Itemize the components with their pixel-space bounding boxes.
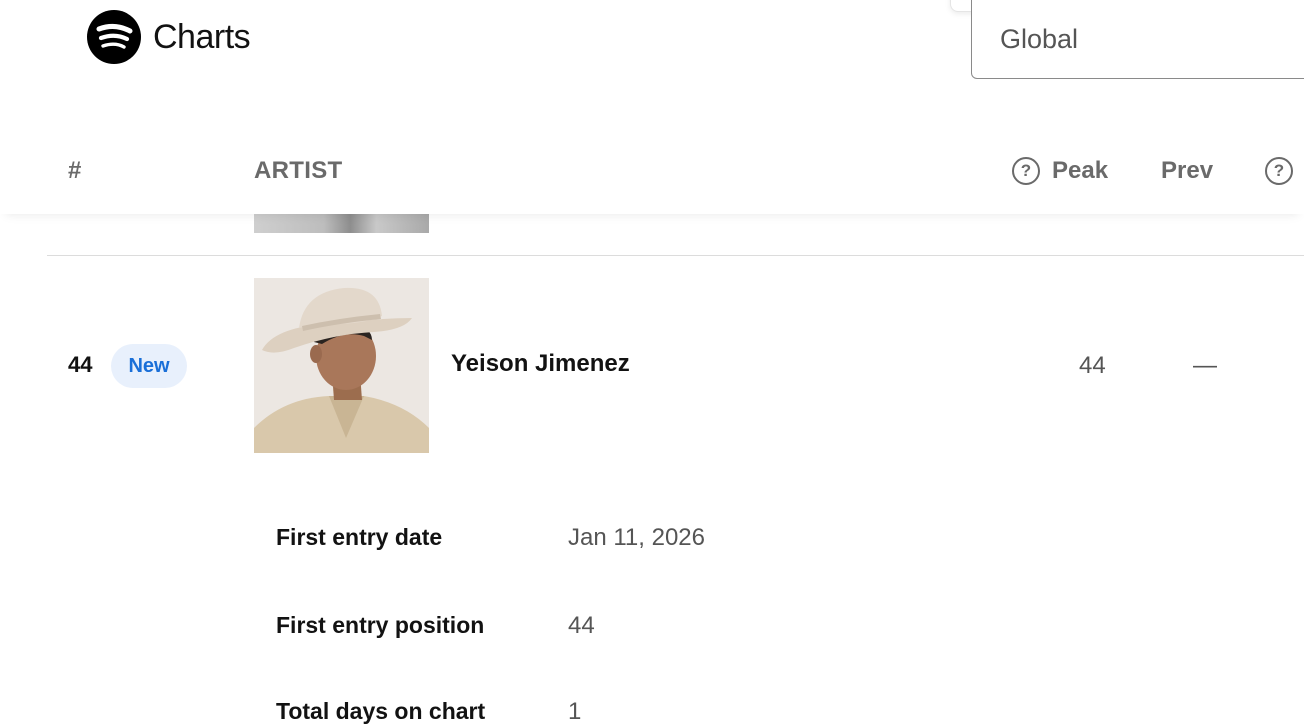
detail-value-first-entry-date: Jan 11, 2026 [568, 524, 706, 551]
header-prev: Prev [1161, 157, 1214, 184]
peak-value: 44 [1079, 352, 1106, 379]
logo-text: Charts [153, 17, 251, 56]
artist-image[interactable] [254, 278, 429, 453]
detail-label-first-entry-position: First entry position [276, 612, 485, 638]
spotify-charts-logo[interactable]: Charts [87, 10, 251, 64]
detail-label-total-days: Total days on chart [276, 698, 486, 724]
header-peak-label: Peak [1052, 157, 1109, 184]
header-peak: ? Peak [1012, 128, 1108, 214]
header-help: ? [1265, 128, 1293, 214]
region-select-value: Global [1000, 23, 1079, 54]
help-icon[interactable]: ? [1265, 157, 1293, 185]
region-select[interactable]: Global [971, 0, 1304, 79]
detail-value-total-days: 1 [568, 698, 582, 725]
table-header: # ARTIST ? Peak Prev ? [0, 128, 1304, 214]
spotify-icon [87, 10, 141, 64]
help-icon[interactable]: ? [1012, 157, 1040, 185]
prev-value: — [1193, 352, 1217, 379]
artist-name[interactable]: Yeison Jimenez [451, 350, 630, 378]
detail-value-first-entry-position: 44 [568, 612, 595, 639]
header-artist: ARTIST [254, 157, 343, 184]
header-rank: # [68, 157, 82, 184]
detail-label-first-entry-date: First entry date [276, 524, 443, 550]
new-badge: New [111, 344, 187, 388]
row-rank: 44 [68, 352, 93, 377]
row-divider [47, 255, 1304, 256]
